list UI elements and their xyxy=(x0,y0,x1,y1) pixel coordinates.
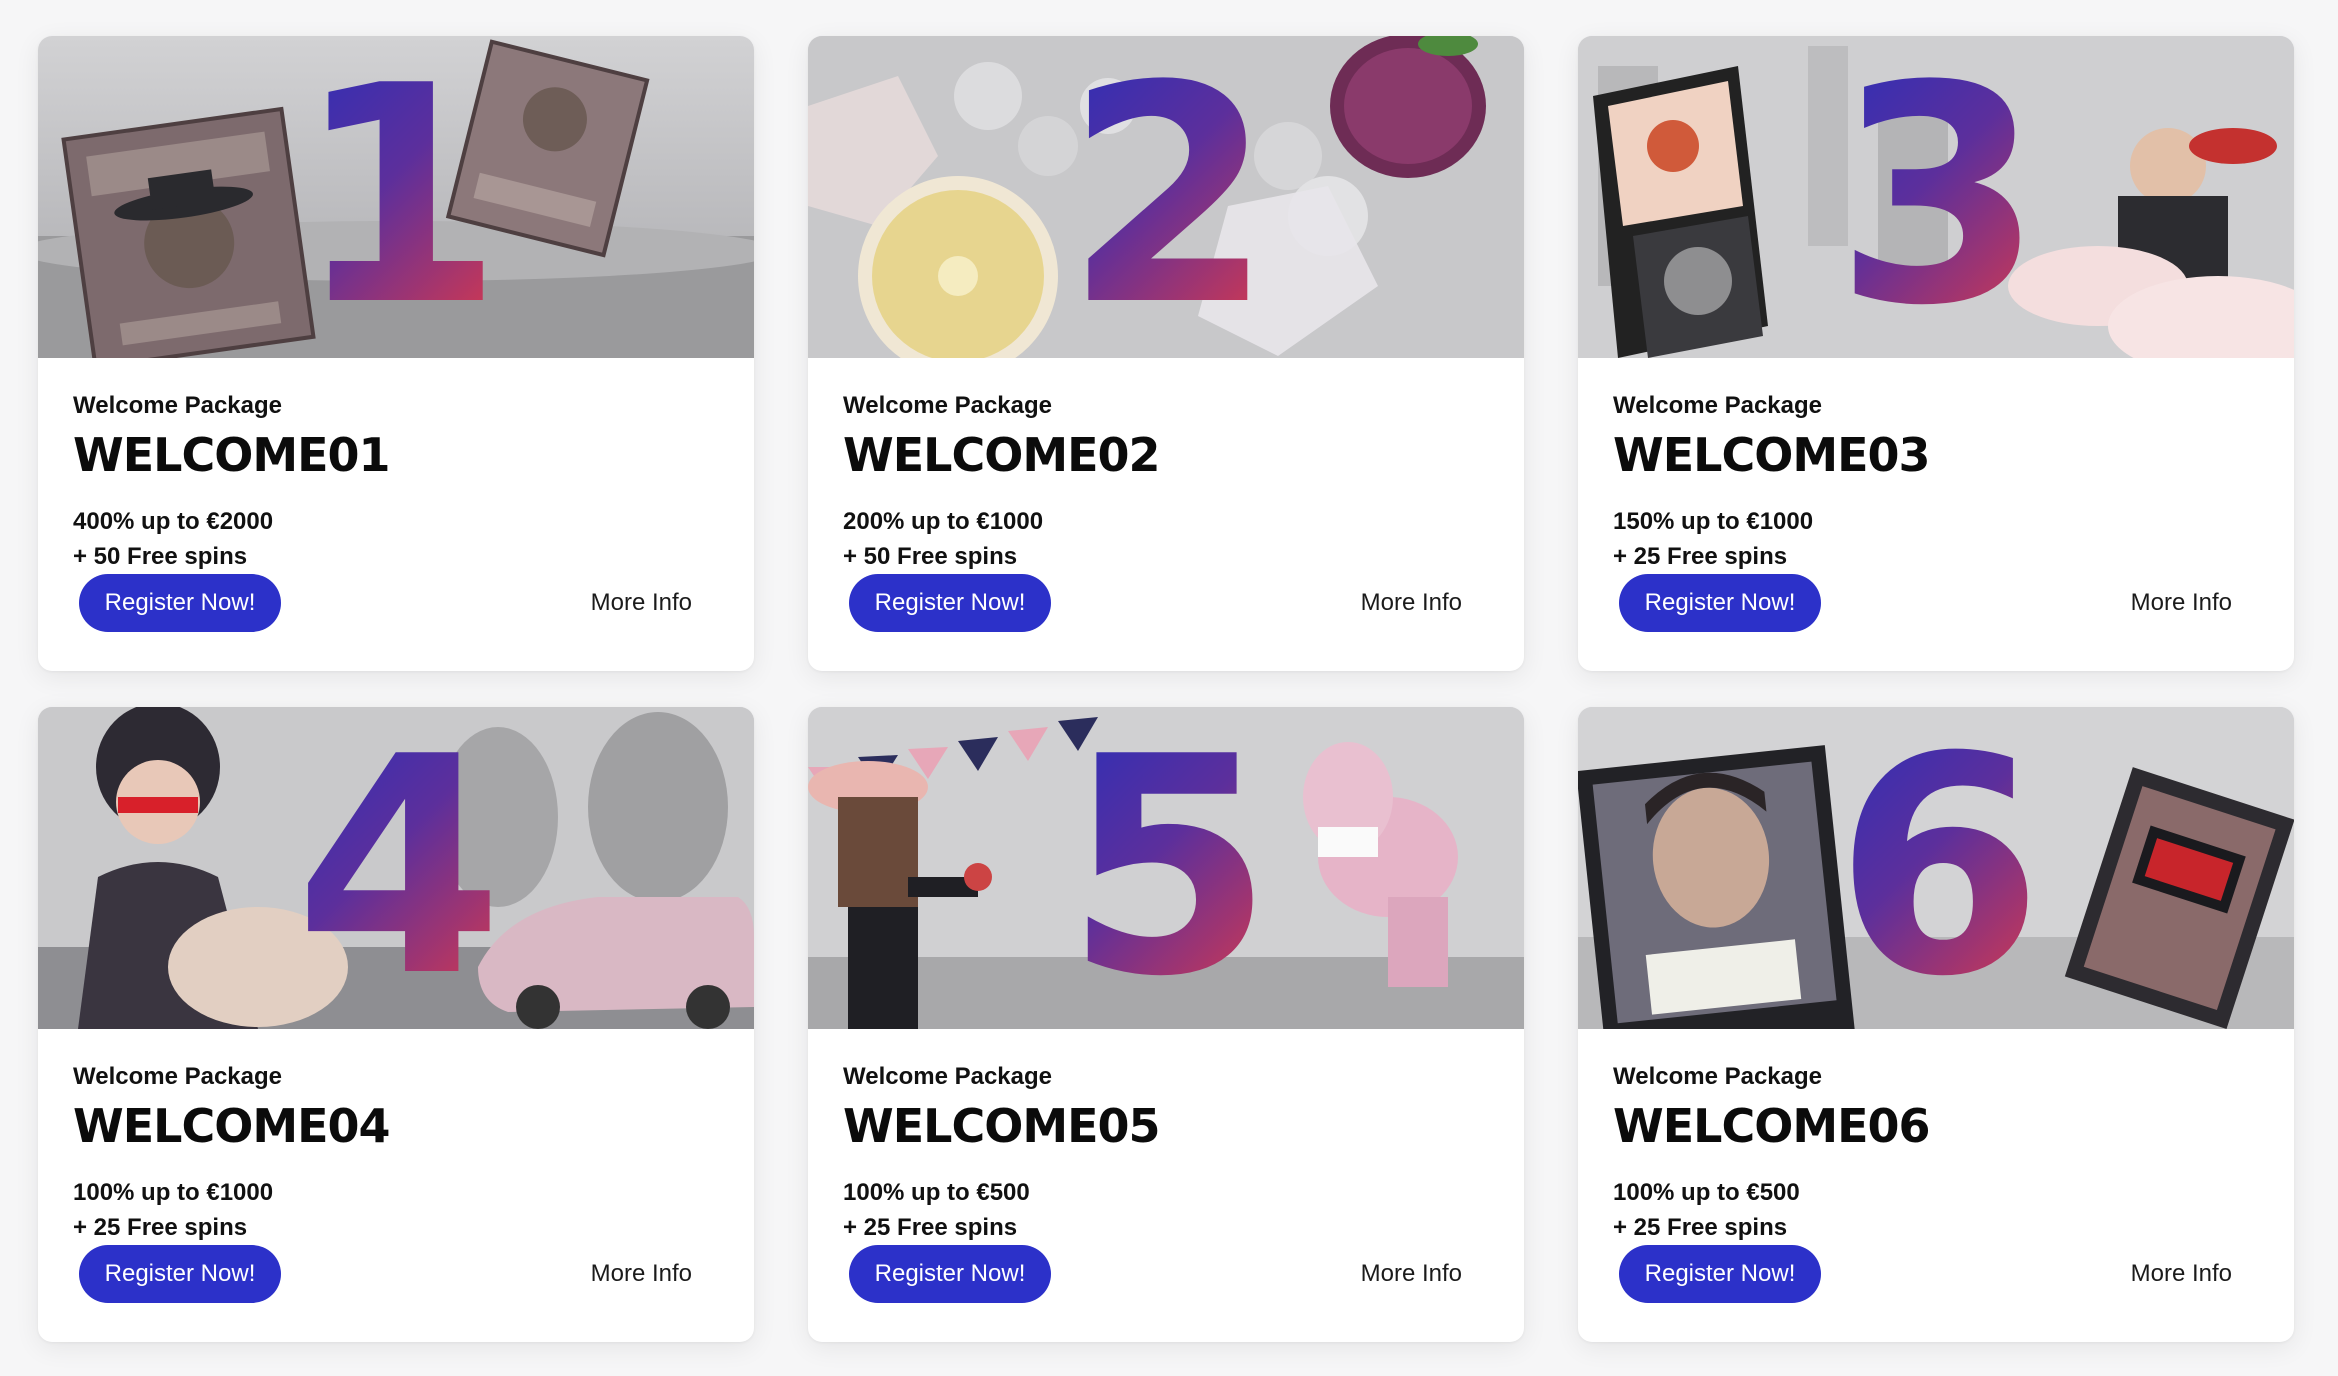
promo-number: 5 xyxy=(1064,707,1274,1029)
offer-description: 400% up to €2000 + 50 Free spins xyxy=(73,504,719,574)
promo-banner: 4 xyxy=(38,707,754,1029)
offer-bonus: 200% up to €1000 xyxy=(843,508,1044,535)
promo-details: Welcome Package WELCOME06 100% up to €50… xyxy=(1578,1029,2294,1342)
register-now-button[interactable]: Register Now! xyxy=(79,574,281,632)
promo-banner: 6 xyxy=(1578,707,2294,1029)
promo-number: 6 xyxy=(1834,707,2044,1029)
card-actions: Register Now! More Info xyxy=(849,1245,1462,1303)
promo-details: Welcome Package WELCOME05 100% up to €50… xyxy=(808,1029,1524,1342)
offer-spins: + 50 Free spins xyxy=(73,543,248,570)
promo-card-welcome04: 4 Welcome Package WELCOME04 100% up to €… xyxy=(38,707,754,1342)
register-now-button[interactable]: Register Now! xyxy=(1619,1245,1821,1303)
promo-details: Welcome Package WELCOME04 100% up to €10… xyxy=(38,1029,754,1342)
more-info-link[interactable]: More Info xyxy=(591,1260,692,1288)
promo-banner: 5 xyxy=(808,707,1524,1029)
package-label: Welcome Package xyxy=(1613,1063,1823,1090)
package-label: Welcome Package xyxy=(73,392,283,419)
package-label: Welcome Package xyxy=(73,1063,283,1090)
offer-bonus: 100% up to €500 xyxy=(1613,1179,1800,1206)
bonus-code: WELCOME03 xyxy=(1613,428,1931,482)
offer-spins: + 25 Free spins xyxy=(843,1214,1018,1241)
offer-description: 100% up to €500 + 25 Free spins xyxy=(843,1175,1489,1245)
register-now-button[interactable]: Register Now! xyxy=(79,1245,281,1303)
bonus-code: WELCOME04 xyxy=(73,1099,391,1153)
promo-banner: 3 xyxy=(1578,36,2294,358)
bonus-code: WELCOME05 xyxy=(843,1099,1161,1153)
offer-description: 150% up to €1000 + 25 Free spins xyxy=(1613,504,2259,574)
card-actions: Register Now! More Info xyxy=(849,574,1462,632)
offer-bonus: 150% up to €1000 xyxy=(1613,508,1814,535)
offer-bonus: 400% up to €2000 xyxy=(73,508,274,535)
offer-spins: + 25 Free spins xyxy=(1613,543,1788,570)
promo-banner: 1 xyxy=(38,36,754,358)
promo-card-welcome03: 3 Welcome Package WELCOME03 150% up to €… xyxy=(1578,36,2294,671)
card-actions: Register Now! More Info xyxy=(1619,1245,2232,1303)
promo-details: Welcome Package WELCOME03 150% up to €10… xyxy=(1578,358,2294,671)
card-actions: Register Now! More Info xyxy=(79,1245,692,1303)
promo-card-welcome05: 5 Welcome Package WELCOME05 100% up to €… xyxy=(808,707,1524,1342)
promo-details: Welcome Package WELCOME01 400% up to €20… xyxy=(38,358,754,671)
offer-description: 100% up to €1000 + 25 Free spins xyxy=(73,1175,719,1245)
bonus-code: WELCOME01 xyxy=(73,428,391,482)
more-info-link[interactable]: More Info xyxy=(2131,1260,2232,1288)
offer-spins: + 50 Free spins xyxy=(843,543,1018,570)
promo-card-welcome02: 2 Welcome Package WELCOME02 200% up to €… xyxy=(808,36,1524,671)
more-info-link[interactable]: More Info xyxy=(1361,589,1462,617)
bonus-code: WELCOME02 xyxy=(843,428,1161,482)
promo-number: 2 xyxy=(1064,36,1274,358)
more-info-link[interactable]: More Info xyxy=(2131,589,2232,617)
card-actions: Register Now! More Info xyxy=(1619,574,2232,632)
offer-bonus: 100% up to €500 xyxy=(843,1179,1030,1206)
promo-number: 4 xyxy=(294,707,504,1029)
more-info-link[interactable]: More Info xyxy=(1361,1260,1462,1288)
promo-number: 1 xyxy=(294,36,504,358)
promo-banner: 2 xyxy=(808,36,1524,358)
register-now-button[interactable]: Register Now! xyxy=(1619,574,1821,632)
package-label: Welcome Package xyxy=(843,1063,1053,1090)
offer-description: 200% up to €1000 + 50 Free spins xyxy=(843,504,1489,574)
register-now-button[interactable]: Register Now! xyxy=(849,1245,1051,1303)
package-label: Welcome Package xyxy=(843,392,1053,419)
offer-spins: + 25 Free spins xyxy=(1613,1214,1788,1241)
promotions-grid: 1 Welcome Package WELCOME01 400% up to €… xyxy=(38,36,2295,1342)
offer-description: 100% up to €500 + 25 Free spins xyxy=(1613,1175,2259,1245)
promo-details: Welcome Package WELCOME02 200% up to €10… xyxy=(808,358,1524,671)
promo-card-welcome01: 1 Welcome Package WELCOME01 400% up to €… xyxy=(38,36,754,671)
package-label: Welcome Package xyxy=(1613,392,1823,419)
bonus-code: WELCOME06 xyxy=(1613,1099,1931,1153)
card-actions: Register Now! More Info xyxy=(79,574,692,632)
offer-spins: + 25 Free spins xyxy=(73,1214,248,1241)
promo-number: 3 xyxy=(1834,36,2044,358)
promo-card-welcome06: 6 Welcome Package WELCOME06 100% up to €… xyxy=(1578,707,2294,1342)
more-info-link[interactable]: More Info xyxy=(591,589,692,617)
offer-bonus: 100% up to €1000 xyxy=(73,1179,274,1206)
register-now-button[interactable]: Register Now! xyxy=(849,574,1051,632)
